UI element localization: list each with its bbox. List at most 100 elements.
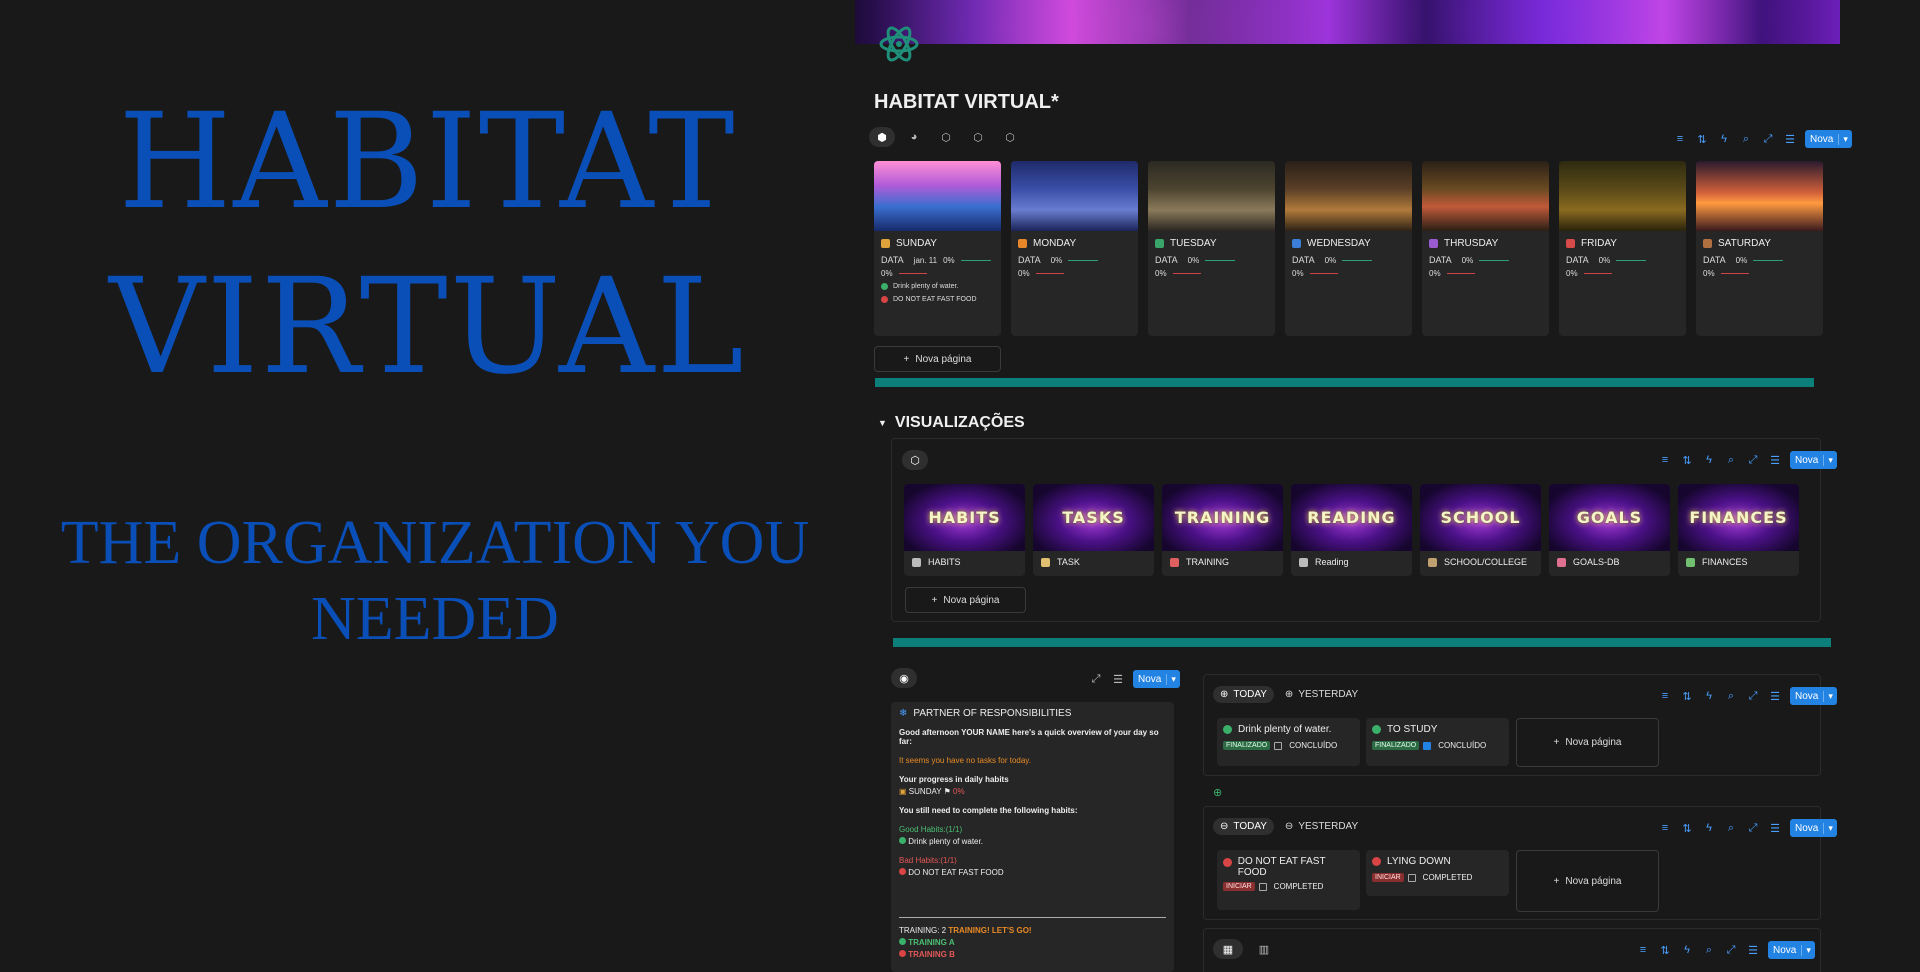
gallery-view-tab[interactable]: ⬡ [902, 450, 928, 470]
day-card-wednesday[interactable]: WEDNESDAY DATA 0% 0% [1285, 161, 1412, 336]
view-tab-3[interactable]: ⬡ [933, 127, 959, 147]
day-card-sunday[interactable]: SUNDAY DATA jan. 11 0% 0% Drink plenty of … [874, 161, 1001, 336]
board-view-tab[interactable]: ▥ [1249, 939, 1279, 959]
chevron-down-icon[interactable]: ▾ [1838, 133, 1852, 145]
day-card-monday[interactable]: MONDAY DATA 0% 0% [1011, 161, 1138, 336]
settings-icon[interactable]: ☰ [1768, 689, 1782, 703]
tab-yesterday[interactable]: ⊖ YESTERDAY [1278, 818, 1365, 835]
settings-icon[interactable]: ☰ [1111, 672, 1125, 686]
sort-icon[interactable]: ⇅ [1680, 821, 1694, 835]
chevron-down-icon[interactable]: ▾ [1801, 944, 1815, 956]
chevron-down-icon[interactable]: ▾ [1823, 690, 1837, 702]
view-card-school[interactable]: SCHOOL SCHOOL/COLLEGE [1420, 484, 1541, 576]
expand-icon[interactable]: ⤢ [1089, 672, 1103, 686]
settings-icon[interactable]: ☰ [1783, 132, 1797, 146]
board-card-bad-0[interactable]: DO NOT EAT FAST FOOD INICIAR COMPLETED [1217, 850, 1360, 910]
lightning-icon[interactable]: ϟ [1702, 453, 1716, 467]
lightning-icon[interactable]: ϟ [1680, 943, 1694, 957]
tab-yesterday[interactable]: ⊕ YESTERDAY [1278, 686, 1365, 703]
tab-today[interactable]: ⊖ TODAY [1213, 818, 1274, 835]
sort-icon[interactable]: ⇅ [1658, 943, 1672, 957]
filter-icon[interactable]: ≡ [1636, 943, 1650, 957]
settings-icon[interactable]: ☰ [1768, 821, 1782, 835]
new-page-label: Nova página [915, 353, 972, 365]
training-msg: TRAINING! LET'S GO! [948, 926, 1032, 935]
new-page-button[interactable]: + Nova página [905, 587, 1026, 613]
view-banner: GOALS [1549, 484, 1670, 551]
progress-bar [1068, 259, 1099, 261]
search-icon[interactable]: ⌕ [1724, 453, 1738, 467]
chart-icon [1557, 557, 1566, 567]
chevron-down-icon[interactable]: ▾ [1823, 454, 1837, 466]
new-button[interactable]: Nova ▾ [1790, 451, 1837, 469]
checkbox[interactable] [1258, 882, 1267, 891]
checkbox[interactable] [1274, 741, 1283, 750]
table-view-tab[interactable]: ▦ [1213, 939, 1243, 959]
filter-icon[interactable]: ≡ [1658, 453, 1672, 467]
sort-icon[interactable]: ⇅ [1680, 453, 1694, 467]
day-name: TUESDAY [1170, 238, 1217, 249]
board-card-good-1[interactable]: TO STUDY FINALIZADO CONCLUÍDO [1366, 718, 1509, 766]
gallery-view-tab[interactable]: ⬢ [869, 127, 895, 147]
expand-icon[interactable]: ⤢ [1746, 689, 1760, 703]
search-icon[interactable]: ⌕ [1702, 943, 1716, 957]
lightning-icon[interactable]: ϟ [1702, 689, 1716, 703]
atom-icon[interactable] [877, 22, 921, 66]
page-cover[interactable] [855, 0, 1840, 44]
view-label: TRAINING [1186, 557, 1230, 567]
chart-view-tab[interactable]: ◕ [901, 127, 927, 147]
board-card-bad-1[interactable]: LYING DOWN INICIAR COMPLETED [1366, 850, 1509, 896]
day-card-tuesday[interactable]: TUESDAY DATA 0% 0% [1148, 161, 1275, 336]
view-tab-5[interactable]: ⬡ [997, 127, 1023, 147]
checkbox[interactable] [1423, 741, 1432, 750]
views-toggle-heading[interactable]: ▼ VISUALIZAÇÕES [878, 414, 1025, 432]
settings-icon[interactable]: ☰ [1746, 943, 1760, 957]
add-circle-icon[interactable]: ⊕ [1213, 786, 1222, 799]
new-button[interactable]: Nova ▾ [1790, 687, 1837, 705]
tab-today[interactable]: ⊕ TODAY [1213, 686, 1274, 703]
chevron-down-icon[interactable]: ▾ [1823, 822, 1837, 834]
new-page-button[interactable]: + Nova página [1516, 718, 1659, 767]
new-button[interactable]: Nova ▾ [1790, 819, 1837, 837]
search-icon[interactable]: ⌕ [1724, 689, 1738, 703]
expand-icon[interactable]: ⤢ [1746, 453, 1760, 467]
lightning-icon[interactable]: ϟ [1717, 132, 1731, 146]
new-page-button[interactable]: + Nova página [874, 346, 1001, 372]
expand-icon[interactable]: ⤢ [1761, 132, 1775, 146]
tab-today-label: TODAY [1233, 821, 1267, 832]
view-card-reading[interactable]: READING Reading [1291, 484, 1412, 576]
day-cover-image [1559, 161, 1686, 231]
new-page-button[interactable]: + Nova página [1516, 850, 1659, 912]
sort-icon[interactable]: ⇅ [1680, 689, 1694, 703]
day-pct-2: 0% [1429, 269, 1441, 278]
settings-icon[interactable]: ☰ [1768, 453, 1782, 467]
chevron-down-icon[interactable]: ▾ [1166, 673, 1180, 685]
view-card-finances[interactable]: FINANCES FINANCES [1678, 484, 1799, 576]
sort-icon[interactable]: ⇅ [1695, 132, 1709, 146]
day-card-saturday[interactable]: SATURDAY DATA 0% 0% [1696, 161, 1823, 336]
expand-icon[interactable]: ⤢ [1724, 943, 1738, 957]
new-button-label: Nova [1810, 133, 1834, 145]
board-card-good-0[interactable]: Drink plenty of water. FINALIZADO CONCLUÍ… [1217, 718, 1360, 766]
compass-icon[interactable]: ◉ [891, 668, 917, 688]
new-button[interactable]: Nova ▾ [1768, 941, 1815, 959]
new-button[interactable]: Nova ▾ [1805, 130, 1852, 148]
day-card-thursday[interactable]: THRUSDAY DATA 0% 0% [1422, 161, 1549, 336]
search-icon[interactable]: ⌕ [1724, 821, 1738, 835]
search-icon[interactable]: ⌕ [1739, 132, 1753, 146]
filter-icon[interactable]: ≡ [1658, 689, 1672, 703]
view-card-habits[interactable]: HABITS HABITS [904, 484, 1025, 576]
checkbox[interactable] [1407, 873, 1416, 882]
day-card-friday[interactable]: FRIDAY DATA 0% 0% [1559, 161, 1686, 336]
new-button[interactable]: Nova ▾ [1133, 670, 1180, 688]
view-card-goals[interactable]: GOALS GOALS-DB [1549, 484, 1670, 576]
view-card-training[interactable]: TRAINING TRAINING [1162, 484, 1283, 576]
table-tabs: ▦ ▥ [1213, 939, 1279, 959]
filter-icon[interactable]: ≡ [1658, 821, 1672, 835]
lightning-icon[interactable]: ϟ [1702, 821, 1716, 835]
filter-icon[interactable]: ≡ [1673, 132, 1687, 146]
view-tab-4[interactable]: ⬡ [965, 127, 991, 147]
partner-card[interactable]: ❄ PARTNER OF RESPONSIBILITIES Good aftern… [891, 702, 1174, 972]
expand-icon[interactable]: ⤢ [1746, 821, 1760, 835]
view-card-tasks[interactable]: TASKS TASK [1033, 484, 1154, 576]
